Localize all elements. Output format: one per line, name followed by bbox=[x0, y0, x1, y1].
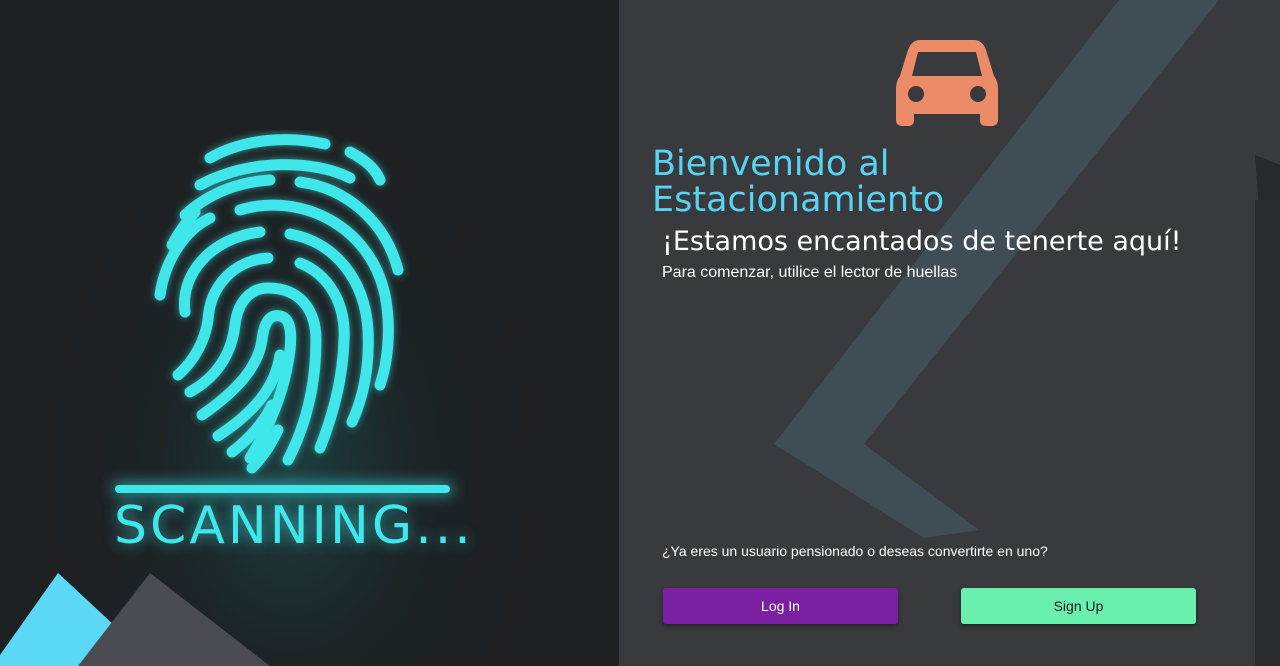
pension-user-question: ¿Ya eres un usuario pensionado o deseas … bbox=[662, 543, 1048, 559]
signup-button[interactable]: Sign Up bbox=[961, 588, 1196, 624]
fingerprint-icon bbox=[154, 134, 404, 474]
scan-progress-bar bbox=[115, 485, 450, 493]
car-icon bbox=[896, 40, 998, 126]
welcome-instructions: Para comenzar, utilice el lector de huel… bbox=[662, 264, 958, 281]
scanning-status-label: SCANNING... bbox=[114, 496, 474, 556]
scanner-panel: SCANNING... bbox=[0, 0, 619, 666]
welcome-subtitle: ¡Estamos encantados de tenerte aquí! bbox=[662, 226, 1182, 257]
welcome-title: Bienvenido al Estacionamiento bbox=[652, 144, 945, 220]
welcome-panel: Bienvenido al Estacionamiento ¡Estamos e… bbox=[619, 0, 1280, 666]
login-button[interactable]: Log In bbox=[663, 588, 898, 624]
